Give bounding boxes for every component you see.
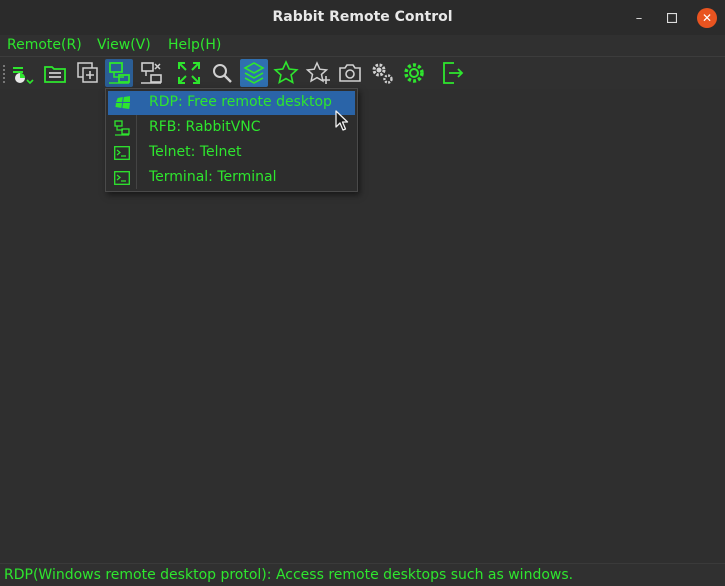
status-text: RDP(Windows remote desktop protol): Acce… bbox=[4, 567, 574, 583]
zoom-icon[interactable] bbox=[208, 59, 236, 87]
network-icon bbox=[113, 120, 131, 136]
disconnect-icon[interactable] bbox=[137, 59, 165, 87]
toolbar-handle[interactable] bbox=[2, 65, 6, 83]
status-bar: RDP(Windows remote desktop protol): Acce… bbox=[0, 563, 725, 586]
menu-item-label: Telnet: Telnet bbox=[149, 144, 242, 160]
exit-icon[interactable] bbox=[439, 59, 467, 87]
windows-icon bbox=[113, 95, 131, 111]
settings-icon[interactable] bbox=[368, 59, 396, 87]
menu-bar: Remote(R) View(V) Help(H) bbox=[0, 35, 725, 56]
add-to-list-icon[interactable] bbox=[74, 59, 102, 87]
connect-icon[interactable] bbox=[105, 59, 133, 87]
minimize-icon[interactable]: – bbox=[629, 8, 649, 28]
menu-remote[interactable]: Remote(R) bbox=[7, 37, 82, 53]
open-list-icon[interactable] bbox=[41, 59, 69, 87]
screenshot-icon[interactable] bbox=[336, 59, 364, 87]
add-favorite-icon[interactable] bbox=[304, 59, 332, 87]
fullscreen-icon[interactable] bbox=[175, 59, 203, 87]
favorite-icon[interactable] bbox=[272, 59, 300, 87]
menu-item-rfb[interactable]: RFB: RabbitVNC bbox=[108, 116, 355, 140]
menu-item-label: RDP: Free remote desktop bbox=[149, 94, 332, 110]
menu-item-telnet[interactable]: Telnet: Telnet bbox=[108, 141, 355, 165]
close-icon[interactable]: ✕ bbox=[697, 8, 717, 28]
maximize-icon[interactable] bbox=[662, 8, 682, 28]
menu-item-terminal[interactable]: Terminal: Terminal bbox=[108, 166, 355, 190]
connect-dropdown-menu: RDP: Free remote desktop RFB: RabbitVNC … bbox=[105, 88, 358, 192]
layers-icon[interactable] bbox=[240, 59, 268, 87]
menu-view[interactable]: View(V) bbox=[97, 37, 151, 53]
start-icon[interactable] bbox=[8, 59, 36, 87]
title-bar: Rabbit Remote Control – ✕ bbox=[0, 0, 725, 35]
window-title: Rabbit Remote Control bbox=[272, 9, 453, 25]
settings-green-icon[interactable] bbox=[400, 59, 428, 87]
toolbar bbox=[0, 56, 725, 90]
terminal-icon bbox=[113, 145, 131, 161]
terminal-icon bbox=[113, 170, 131, 186]
menu-item-label: RFB: RabbitVNC bbox=[149, 119, 261, 135]
menu-item-rdp[interactable]: RDP: Free remote desktop bbox=[108, 91, 355, 115]
menu-item-label: Terminal: Terminal bbox=[149, 169, 277, 185]
menu-help[interactable]: Help(H) bbox=[168, 37, 221, 53]
mouse-pointer-icon bbox=[335, 110, 349, 136]
